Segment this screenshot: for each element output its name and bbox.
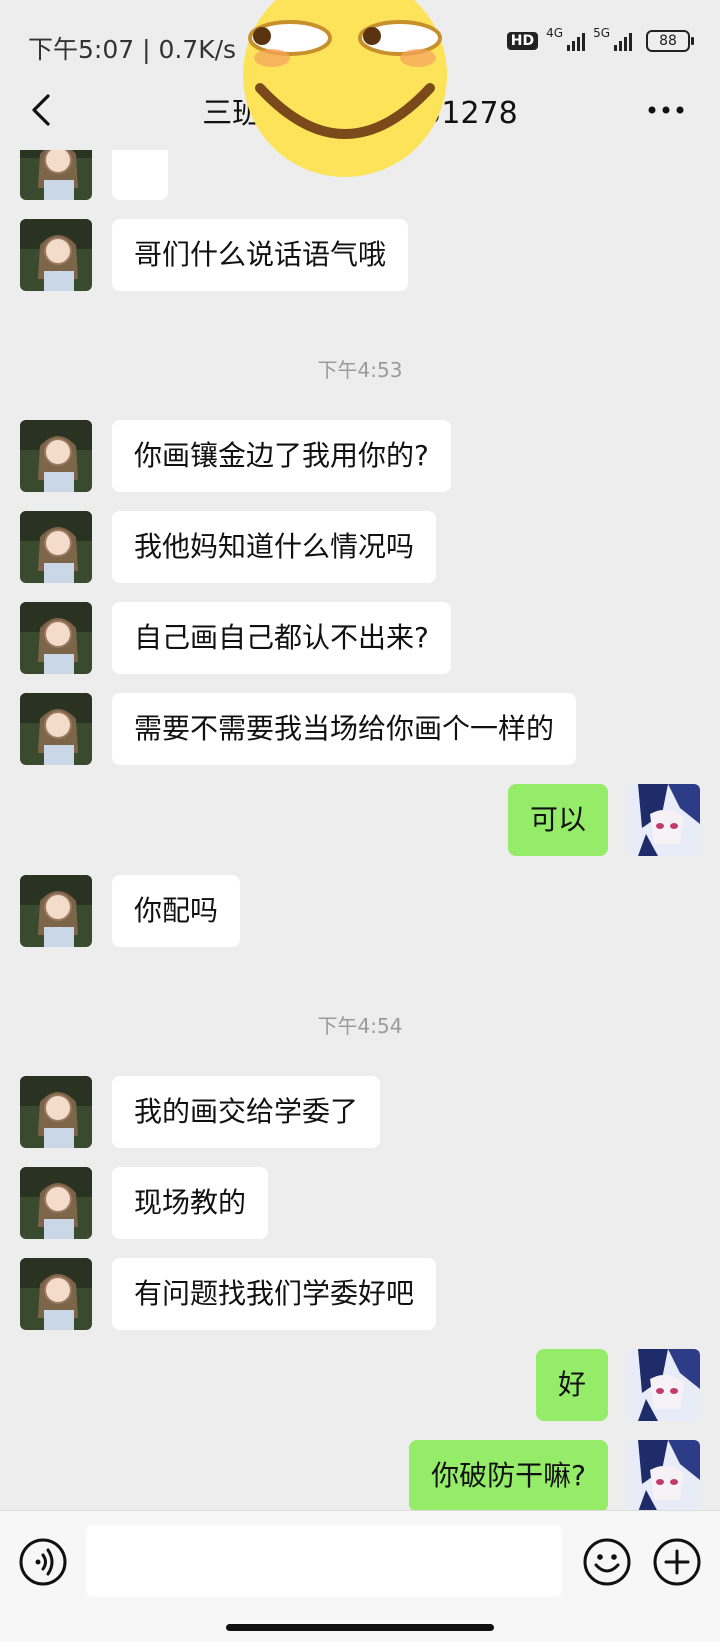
contact-avatar[interactable] [20,1258,92,1330]
more-dots-icon[interactable] [648,106,684,114]
message-row: 现场教的 [0,1167,720,1239]
message-input[interactable] [86,1525,562,1597]
message-bubble[interactable]: 自己画自己都认不出来? [112,602,451,674]
message-row: 我他妈知道什么情况吗 [0,511,720,583]
message-row: 你配吗 [0,875,720,947]
status-icons: HD 4G 5G 88 [506,26,694,52]
message-row: 可以 [0,784,720,856]
network-4g-label: 4G [546,26,564,40]
battery-level: 88 [659,33,677,49]
voice-icon[interactable] [18,1537,68,1587]
contact-avatar[interactable] [20,602,92,674]
message-bubble[interactable]: 你画镶金边了我用你的? [112,420,451,492]
input-bar [0,1510,720,1642]
signal-icon [567,31,586,51]
message-bubble[interactable]: 我的画交给学委了 [112,1076,381,1148]
chat-timestamp: 下午4:54 [317,1014,403,1038]
contact-avatar[interactable] [20,150,92,200]
chat-message-list[interactable]: 哥们什么说话语气哦下午4:53 你画镶金边了我用你的? 我他妈知道什么情况吗 自己画自… [0,150,720,1510]
home-indicator[interactable] [226,1624,494,1631]
message-row: 好 [0,1349,720,1421]
message-row: 哥们什么说话语气哦 [0,219,720,291]
chat-timestamp: 下午4:53 [317,358,403,382]
my-avatar[interactable] [628,1440,700,1510]
contact-avatar[interactable] [20,420,92,492]
hd-badge: HD [506,32,539,50]
contact-avatar[interactable] [20,219,92,291]
message-bubble[interactable]: 我他妈知道什么情况吗 [112,511,437,583]
signal-icon [614,31,632,51]
message-bubble[interactable]: 你破防干嘛? [409,1440,608,1510]
plus-icon[interactable] [652,1537,702,1587]
contact-avatar[interactable] [20,511,92,583]
my-avatar[interactable] [628,1349,700,1421]
contact-avatar[interactable] [20,693,92,765]
message-bubble[interactable]: 你配吗 [112,875,241,947]
message-row: 你画镶金边了我用你的? [0,420,720,492]
contact-avatar[interactable] [20,1167,92,1239]
message-row [0,150,720,200]
message-bubble[interactable]: 可以 [507,784,608,856]
contact-avatar[interactable] [20,1076,92,1148]
network-5g-label: 5G [593,26,610,40]
status-time: 下午5:07 | 0.7K/s [28,35,237,64]
battery-icon: 88 [646,30,694,52]
my-avatar[interactable] [628,784,700,856]
message-row: 自己画自己都认不出来? [0,602,720,674]
message-bubble[interactable] [112,150,168,200]
message-bubble[interactable]: 好 [535,1349,608,1421]
message-bubble[interactable]: 有问题找我们学委好吧 [112,1258,437,1330]
emoji-icon[interactable] [582,1537,632,1587]
message-row: 需要不需要我当场给你画个一样的 [0,693,720,765]
contact-avatar[interactable] [20,875,92,947]
message-row: 你破防干嘛? [0,1440,720,1510]
message-bubble[interactable]: 哥们什么说话语气哦 [112,219,409,291]
message-row: 我的画交给学委了 [0,1076,720,1148]
message-row: 有问题找我们学委好吧 [0,1258,720,1330]
message-bubble[interactable]: 现场教的 [112,1167,269,1239]
message-bubble[interactable]: 需要不需要我当场给你画个一样的 [112,693,577,765]
